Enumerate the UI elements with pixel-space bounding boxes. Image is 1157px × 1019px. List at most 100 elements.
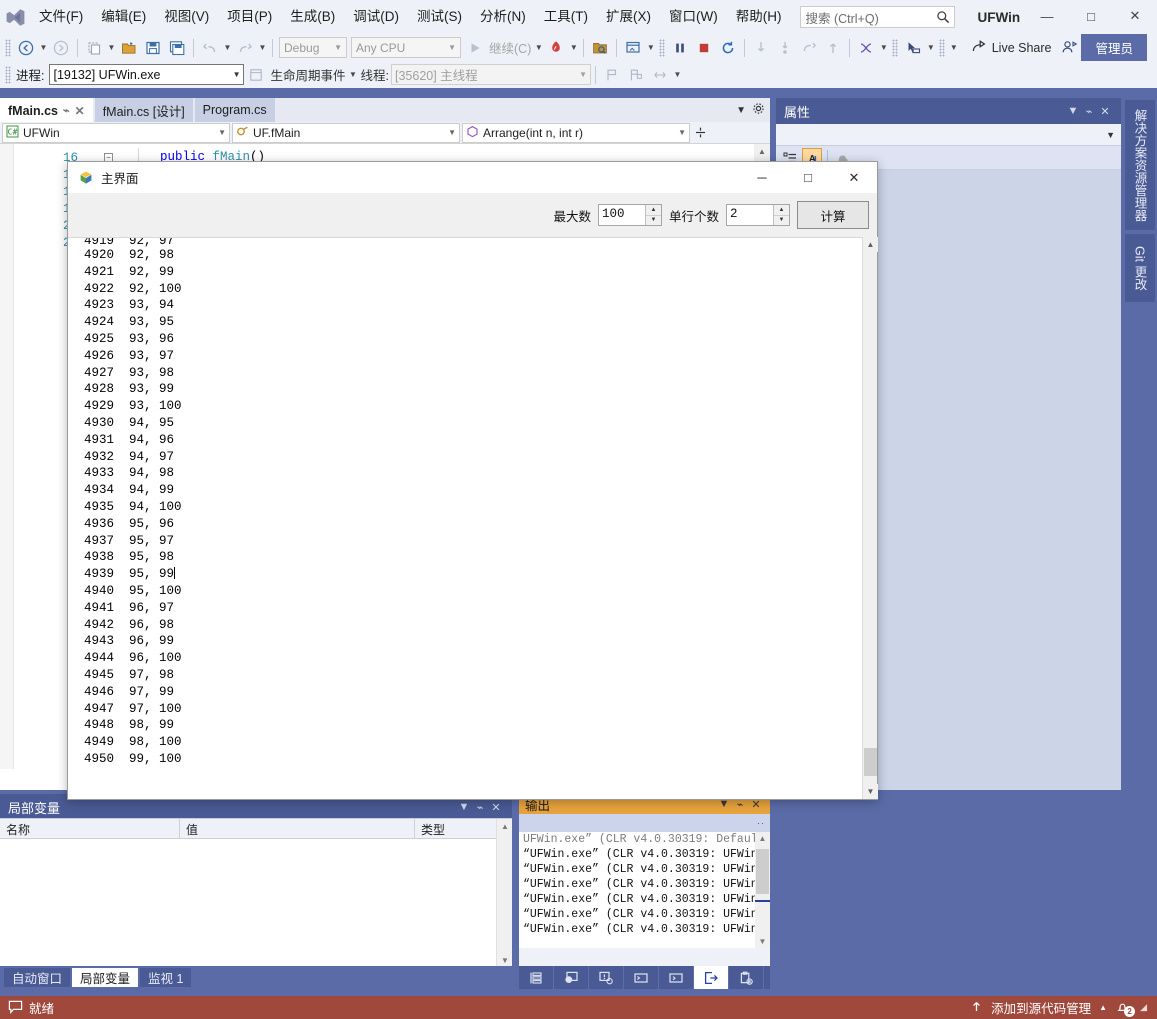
toolbar-grip[interactable] — [5, 65, 11, 84]
new-project-dropdown-icon[interactable]: ▼ — [106, 37, 117, 59]
pointer-select-icon[interactable] — [902, 37, 924, 59]
intellicode-icon[interactable] — [855, 37, 877, 59]
location-overflow-icon[interactable]: ▼ — [672, 64, 683, 86]
scroll-up-icon[interactable]: ▲ — [497, 819, 513, 833]
spin-up-icon[interactable]: ▲ — [774, 205, 789, 216]
close-button[interactable]: ✕ — [1113, 0, 1157, 32]
account-manager-icon[interactable] — [1058, 37, 1080, 59]
resize-grip-icon[interactable]: ◢ — [1140, 1002, 1147, 1013]
max-number-value[interactable]: 100 — [599, 205, 645, 225]
output-window-icon[interactable] — [694, 966, 729, 989]
spin-up-icon[interactable]: ▲ — [645, 205, 661, 216]
output-toolbar-overflow-icon[interactable]: ·· — [757, 818, 765, 828]
output-text-area[interactable]: UFWin.exe” (CLR v4.0.30319: Default “UFW… — [519, 832, 770, 948]
menu-project[interactable]: 项目(P) — [218, 4, 281, 30]
scroll-up-icon[interactable]: ▲ — [863, 237, 878, 252]
error-list-icon[interactable] — [729, 966, 764, 989]
locals-vertical-scrollbar[interactable]: ▲ ▼ — [496, 819, 512, 967]
dialog-maximize-button[interactable]: □ — [785, 162, 831, 193]
breakpoints-icon[interactable] — [554, 966, 589, 989]
menu-help[interactable]: 帮助(H) — [727, 4, 791, 30]
immediate-window-icon[interactable] — [659, 966, 694, 989]
new-project-icon[interactable] — [83, 37, 105, 59]
gear-icon[interactable] — [752, 102, 765, 118]
toolbar-grip[interactable] — [5, 38, 11, 57]
toolbar-grip[interactable] — [939, 38, 946, 57]
menu-view[interactable]: 视图(V) — [155, 4, 218, 30]
source-control-upload-icon[interactable] — [970, 1000, 983, 1016]
pin-icon[interactable]: ⌁ — [1081, 105, 1097, 118]
menu-file[interactable]: 文件(F) — [30, 4, 92, 30]
dialog-minimize-button[interactable]: ─ — [739, 162, 785, 193]
maximize-button[interactable]: □ — [1069, 0, 1113, 32]
scroll-thumb[interactable] — [864, 748, 877, 776]
attach-to-process-icon[interactable] — [589, 37, 611, 59]
spin-down-icon[interactable]: ▼ — [646, 216, 661, 226]
pointer-dropdown-icon[interactable]: ▼ — [925, 37, 936, 59]
navigate-backward-dropdown-icon[interactable]: ▼ — [38, 37, 49, 59]
spin-down-icon[interactable]: ▼ — [774, 216, 789, 226]
menu-tools[interactable]: 工具(T) — [535, 4, 597, 30]
process-combo[interactable]: [19132] UFWin.exe ▼ — [49, 64, 245, 85]
stop-debugging-icon[interactable] — [693, 37, 715, 59]
hot-reload-dropdown-icon[interactable]: ▼ — [568, 37, 579, 59]
locals-grid[interactable]: 名称 值 类型 ▲ ▼ — [0, 818, 512, 967]
per-row-count-value[interactable]: 2 — [727, 205, 773, 225]
scroll-down-icon[interactable]: ▼ — [755, 935, 770, 948]
hot-reload-icon[interactable] — [545, 37, 567, 59]
scroll-thumb[interactable] — [756, 849, 769, 894]
live-share-button[interactable]: Live Share — [965, 38, 1058, 57]
vtab-solution-explorer[interactable]: 解决方案资源管理器 — [1125, 100, 1155, 230]
toolbar-grip[interactable] — [892, 38, 899, 57]
scroll-up-icon[interactable]: ▲ — [754, 144, 770, 158]
project-selector-combo[interactable]: C# UFWin ▼ — [2, 122, 230, 143]
properties-object-combo[interactable]: ▼ — [776, 124, 1121, 146]
save-all-icon[interactable] — [166, 37, 188, 59]
type-selector-combo[interactable]: UF.fMain ▼ — [232, 122, 460, 143]
breakpoint-indicator-margin[interactable] — [0, 144, 14, 769]
dialog-titlebar[interactable]: 主界面 ─ □ ✕ — [68, 162, 877, 193]
close-icon[interactable]: ✕ — [75, 104, 85, 118]
tab-autos[interactable]: 自动窗口 — [4, 968, 71, 987]
panel-menu-icon[interactable]: ▼ — [456, 801, 472, 813]
menu-test[interactable]: 测试(S) — [408, 4, 471, 30]
close-icon[interactable]: ✕ — [1097, 105, 1113, 118]
thread-combo[interactable]: [35620] 主线程 ▼ — [390, 64, 591, 85]
dialog-close-button[interactable]: ✕ — [831, 162, 877, 193]
max-number-stepper[interactable]: 100 ▲ ▼ — [597, 204, 662, 226]
intellicode-dropdown-icon[interactable]: ▼ — [878, 37, 889, 59]
vtab-git-changes[interactable]: Git 更改 — [1125, 234, 1155, 302]
restart-debugging-icon[interactable] — [717, 37, 739, 59]
menu-extensions[interactable]: 扩展(X) — [597, 4, 660, 30]
source-control-chevron-up-icon[interactable]: ▲ — [1099, 1003, 1107, 1012]
menu-window[interactable]: 窗口(W) — [660, 4, 727, 30]
navigate-backward-icon[interactable] — [15, 37, 37, 59]
dialog-vertical-scrollbar[interactable]: ▲ ▼ — [862, 237, 878, 799]
menu-build[interactable]: 生成(B) — [281, 4, 344, 30]
tab-overflow-icon[interactable]: ▼ — [736, 105, 746, 116]
admin-badge[interactable]: 管理员 — [1081, 34, 1147, 61]
menu-edit[interactable]: 编辑(E) — [92, 4, 155, 30]
member-selector-combo[interactable]: Arrange(int n, int r) ▼ — [462, 122, 690, 143]
open-file-icon[interactable] — [118, 37, 140, 59]
minimize-button[interactable]: — — [1025, 0, 1069, 32]
panel-menu-icon[interactable]: ▼ — [1065, 105, 1081, 117]
overflow-dropdown-icon[interactable]: ▼ — [948, 37, 959, 59]
scroll-up-icon[interactable]: ▲ — [755, 832, 770, 845]
solution-platform-combo[interactable]: Any CPU ▼ — [351, 37, 461, 58]
command-window-icon[interactable] — [624, 966, 659, 989]
notification-bell-icon[interactable]: 2 — [1115, 1000, 1136, 1017]
pin-icon[interactable]: ⌁ — [472, 801, 488, 814]
lifecycle-dropdown-icon[interactable]: ▼ — [348, 64, 359, 86]
save-icon[interactable] — [142, 37, 164, 59]
exception-settings-icon[interactable] — [589, 966, 624, 989]
menu-debug[interactable]: 调试(D) — [344, 4, 408, 30]
scroll-down-icon[interactable]: ▼ — [497, 953, 513, 967]
tab-fmain-cs-design[interactable]: fMain.cs [设计] — [94, 98, 193, 122]
call-stack-icon[interactable] — [519, 966, 554, 989]
layout-dropdown-icon[interactable]: ▼ — [645, 37, 656, 59]
toolbar-grip[interactable] — [659, 38, 666, 57]
menu-analyze[interactable]: 分析(N) — [471, 4, 535, 30]
pin-icon[interactable]: ⌁ — [63, 104, 70, 117]
quick-launch-search[interactable]: 搜索 (Ctrl+Q) — [800, 6, 956, 28]
